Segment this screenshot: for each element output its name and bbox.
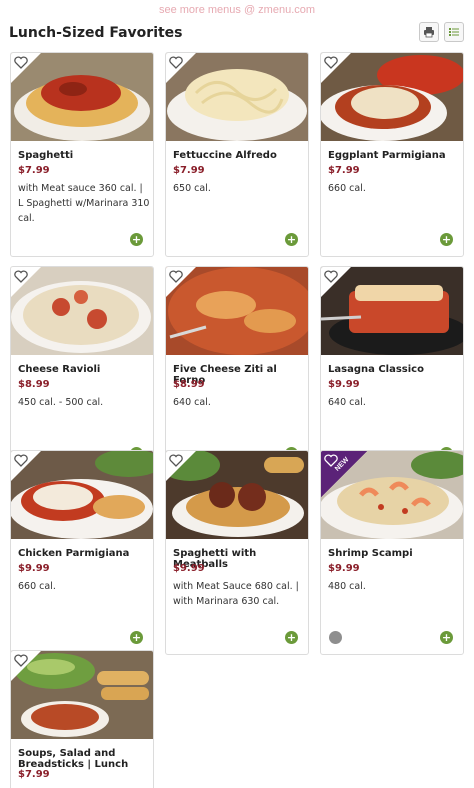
heart-icon[interactable] (14, 454, 28, 467)
plus-icon: + (131, 631, 142, 644)
item-description: with Meat sauce 360 cal. | L Spaghetti w… (18, 183, 150, 224)
item-description: 640 cal. (328, 397, 366, 408)
list-view-icon (449, 28, 459, 36)
item-description: 660 cal. (328, 183, 366, 194)
menu-item-card[interactable]: Fettuccine Alfredo $7.99 650 cal. + (165, 52, 309, 257)
item-price: $9.99 (173, 563, 205, 574)
heart-icon[interactable] (14, 270, 28, 283)
page-title: Lunch-Sized Favorites (9, 25, 183, 41)
item-price: $7.99 (18, 769, 50, 780)
item-price: $9.99 (18, 563, 50, 574)
add-button[interactable]: + (130, 631, 143, 644)
menu-item-card[interactable]: Spaghetti with Meatballs $9.99 with Meat… (165, 450, 309, 655)
item-price: $7.99 (328, 165, 360, 176)
item-description: with Meat Sauce 680 cal. | with Marinara… (173, 581, 299, 607)
plus-icon: + (441, 233, 452, 246)
heart-icon[interactable] (14, 654, 28, 667)
add-button[interactable]: + (440, 631, 453, 644)
list-view-button[interactable] (444, 22, 464, 42)
menu-item-card[interactable]: Spaghetti $7.99 with Meat sauce 360 cal.… (10, 52, 154, 257)
dietary-info-icon[interactable] (329, 631, 342, 644)
item-price: $7.99 (173, 165, 205, 176)
heart-icon[interactable] (324, 454, 338, 467)
item-name: Eggplant Parmigiana (328, 150, 446, 161)
heart-icon[interactable] (169, 56, 183, 69)
item-description: 640 cal. (173, 397, 211, 408)
printer-icon (424, 27, 434, 38)
plus-icon: + (286, 233, 297, 246)
menu-item-card[interactable]: Lasagna Classico $9.99 640 cal. + (320, 266, 464, 471)
menu-item-card[interactable]: Soups, Salad and Breadsticks | Lunch $7.… (10, 650, 154, 788)
item-name: Lasagna Classico (328, 364, 424, 375)
watermark: see more menus @ zmenu.com (158, 4, 316, 16)
heart-icon[interactable] (324, 56, 338, 69)
heart-icon[interactable] (14, 56, 28, 69)
menu-item-card[interactable]: Eggplant Parmigiana $7.99 660 cal. + (320, 52, 464, 257)
plus-icon: + (131, 233, 142, 246)
plus-icon: + (286, 631, 297, 644)
heart-icon[interactable] (169, 454, 183, 467)
print-button[interactable] (419, 22, 439, 42)
menu-item-card[interactable]: NEW Shrimp Scampi $9.99 480 cal. + (320, 450, 464, 655)
item-price: $9.99 (328, 379, 360, 390)
add-button[interactable]: + (440, 233, 453, 246)
item-name: Chicken Parmigiana (18, 548, 130, 559)
plus-icon: + (441, 631, 452, 644)
item-description: 650 cal. (173, 183, 211, 194)
item-description: 660 cal. (18, 581, 56, 592)
item-name: Soups, Salad and Breadsticks | Lunch (18, 748, 129, 770)
item-description: 450 cal. - 500 cal. (18, 397, 104, 408)
menu-item-card[interactable]: Cheese Ravioli $8.99 450 cal. - 500 cal.… (10, 266, 154, 471)
item-name: Shrimp Scampi (328, 548, 413, 559)
add-button[interactable]: + (130, 233, 143, 246)
item-description: 480 cal. (328, 581, 366, 592)
menu-item-card[interactable]: Chicken Parmigiana $9.99 660 cal. + (10, 450, 154, 655)
add-button[interactable]: + (285, 631, 298, 644)
add-button[interactable]: + (285, 233, 298, 246)
menu-item-card[interactable]: Five Cheese Ziti al Forno $8.99 640 cal.… (165, 266, 309, 471)
heart-icon[interactable] (324, 270, 338, 283)
item-name: Fettuccine Alfredo (173, 150, 277, 161)
item-name: Spaghetti (18, 150, 74, 161)
item-price: $9.99 (328, 563, 360, 574)
item-price: $8.99 (18, 379, 50, 390)
item-name: Cheese Ravioli (18, 364, 101, 375)
item-price: $8.99 (173, 379, 205, 390)
item-price: $7.99 (18, 165, 50, 176)
heart-icon[interactable] (169, 270, 183, 283)
